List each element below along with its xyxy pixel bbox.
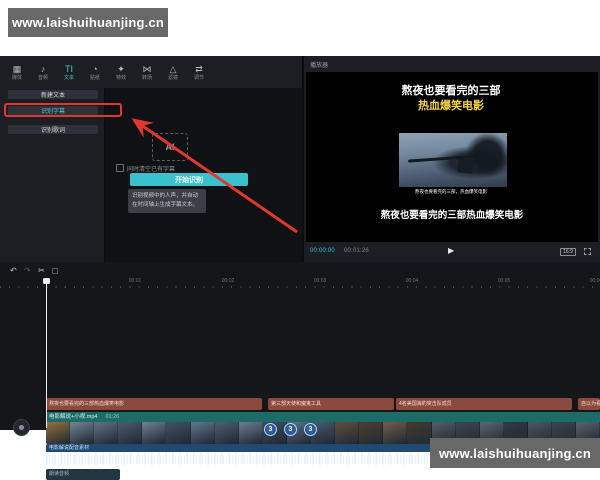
tab-sticker[interactable]: ◔ 贴纸 xyxy=(82,59,108,85)
ruler-label: 00:03 xyxy=(314,278,327,284)
filmstrip-thumb xyxy=(118,422,142,444)
annotation-red-box xyxy=(4,103,122,117)
tab-filter[interactable]: △ 滤镜 xyxy=(160,59,186,85)
filmstrip-thumb xyxy=(407,422,431,444)
video-clip-name: 电影解说+小视.mp4 xyxy=(49,414,97,420)
movie-frame xyxy=(399,133,507,187)
redo-button[interactable]: ↷ xyxy=(24,266,31,276)
fullscreen-icon[interactable] xyxy=(584,248,591,255)
watermark-bottom: www.laishuihuanjing.cn xyxy=(430,438,600,468)
filmstrip-thumb xyxy=(335,422,359,444)
sticker-icon: ◔ xyxy=(92,64,97,75)
tab-text[interactable]: TI 文本 xyxy=(56,59,82,85)
video-clip-header[interactable]: 电影解说+小视.mp4 01:26 xyxy=(46,412,600,422)
aspect-ratio-button[interactable]: 16:9 xyxy=(560,248,576,256)
filmstrip-thumb xyxy=(215,422,239,444)
watermark-top: www.laishuihuanjing.cn xyxy=(8,8,168,37)
clear-subtitle-checkbox-row[interactable]: 同时清空已有字幕 xyxy=(116,164,236,173)
countdown-3-badge: 3 xyxy=(284,423,297,436)
tab-effects[interactable]: ✦ 特效 xyxy=(108,59,134,85)
filmstrip-thumb xyxy=(142,422,166,444)
video-preview: 熬夜也要看完的三部 热血爆笑电影 熬夜也要看完的三部，热血爆笑电影 熬夜也要看完… xyxy=(306,72,598,242)
checkbox-icon xyxy=(116,164,124,172)
play-button[interactable]: ▶ xyxy=(448,246,454,255)
video-editor-app: ▦ 媒体 ♪ 音频 TI 文本 ◔ 贴纸 ✦ 特效 ⋈ 转场 xyxy=(0,56,600,430)
audio-icon: ♪ xyxy=(41,64,46,75)
ruler-label: 00:04 xyxy=(406,278,419,284)
transition-icon: ⋈ xyxy=(143,64,152,75)
top-toolbar: ▦ 媒体 ♪ 音频 TI 文本 ◔ 贴纸 ✦ 特效 ⋈ 转场 xyxy=(0,56,302,88)
new-text-button[interactable]: 新建文本 xyxy=(8,90,98,99)
tts-audio-clip[interactable]: 朗读音频 xyxy=(46,469,120,480)
text-icon: TI xyxy=(65,64,73,75)
video-clip-duration: 01:26 xyxy=(105,414,119,420)
overlay-title-line2: 热血爆笑电影 xyxy=(386,97,516,113)
media-icon: ▦ xyxy=(13,64,22,75)
filter-icon: △ xyxy=(170,64,177,75)
player-title: 播放器 xyxy=(310,60,328,69)
filmstrip-thumb xyxy=(46,422,70,444)
frame-caption: 熬夜也要看完的三部，热血爆笑电影 xyxy=(366,189,536,195)
split-button[interactable]: ✂ xyxy=(38,266,45,276)
text-clip[interactable]: 自以为看完整部的大片 xyxy=(578,398,600,410)
current-time: 00:00:00 xyxy=(310,248,335,254)
ruler-label: 00:05 xyxy=(498,278,511,284)
recognize-lyrics-button[interactable]: 识别歌词 xyxy=(8,125,98,134)
filmstrip-thumb xyxy=(359,422,383,444)
gunner-shape xyxy=(458,158,474,174)
total-time: 00:01:26 xyxy=(344,248,369,254)
text-clip[interactable]: 第三部天使和魔鬼工具 xyxy=(268,398,394,410)
ruler-label: 00:01 xyxy=(129,278,142,284)
filmstrip-thumb xyxy=(239,422,263,444)
delete-button[interactable] xyxy=(52,268,58,274)
tab-audio[interactable]: ♪ 音频 xyxy=(30,59,56,85)
ai-scan-icon: AI xyxy=(152,133,188,161)
tab-adjust[interactable]: ⇄ 调节 xyxy=(186,59,212,85)
mute-track-button[interactable] xyxy=(13,419,30,436)
preview-subtitle: 熬夜也要看完的三部热血爆笑电影 xyxy=(322,207,582,221)
filmstrip-thumb xyxy=(191,422,215,444)
filmstrip-thumb xyxy=(94,422,118,444)
tab-transition[interactable]: ⋈ 转场 xyxy=(134,59,160,85)
countdown-3-badge: 3 xyxy=(264,423,277,436)
ruler-label: 00:06 xyxy=(590,278,600,284)
undo-button[interactable]: ↶ xyxy=(10,266,17,276)
filmstrip-thumb xyxy=(70,422,94,444)
text-clip[interactable]: 4名美国海豹突击队成员 xyxy=(396,398,572,410)
overlay-title-line1: 熬夜也要看完的三部 xyxy=(386,82,516,98)
text-clip[interactable]: 熬夜也要看完的三部热血爆笑电影 xyxy=(46,398,262,410)
recognize-tooltip: 识别视频中的人声，并自动在时间轴上生成字幕文本。 xyxy=(128,189,206,213)
player-panel: 播放器 熬夜也要看完的三部 热血爆笑电影 熬夜也要看完的三部，热血爆笑电影 熬夜… xyxy=(304,56,600,262)
timeline: ↶ ↷ ✂ 00:01 00:02 00:03 00:04 00:05 00:0… xyxy=(0,262,600,430)
filmstrip-thumb xyxy=(383,422,407,444)
effects-icon: ✦ xyxy=(117,64,125,75)
start-recognize-button[interactable]: 开始识别 xyxy=(130,173,248,186)
filmstrip-thumb xyxy=(166,422,190,444)
playhead[interactable] xyxy=(46,278,47,428)
ruler-label: 00:02 xyxy=(222,278,235,284)
countdown-3-badge: 3 xyxy=(304,423,317,436)
time-ruler[interactable]: 00:01 00:02 00:03 00:04 00:05 00:06 xyxy=(0,278,600,288)
adjust-icon: ⇄ xyxy=(195,64,203,75)
tab-media[interactable]: ▦ 媒体 xyxy=(4,59,30,85)
